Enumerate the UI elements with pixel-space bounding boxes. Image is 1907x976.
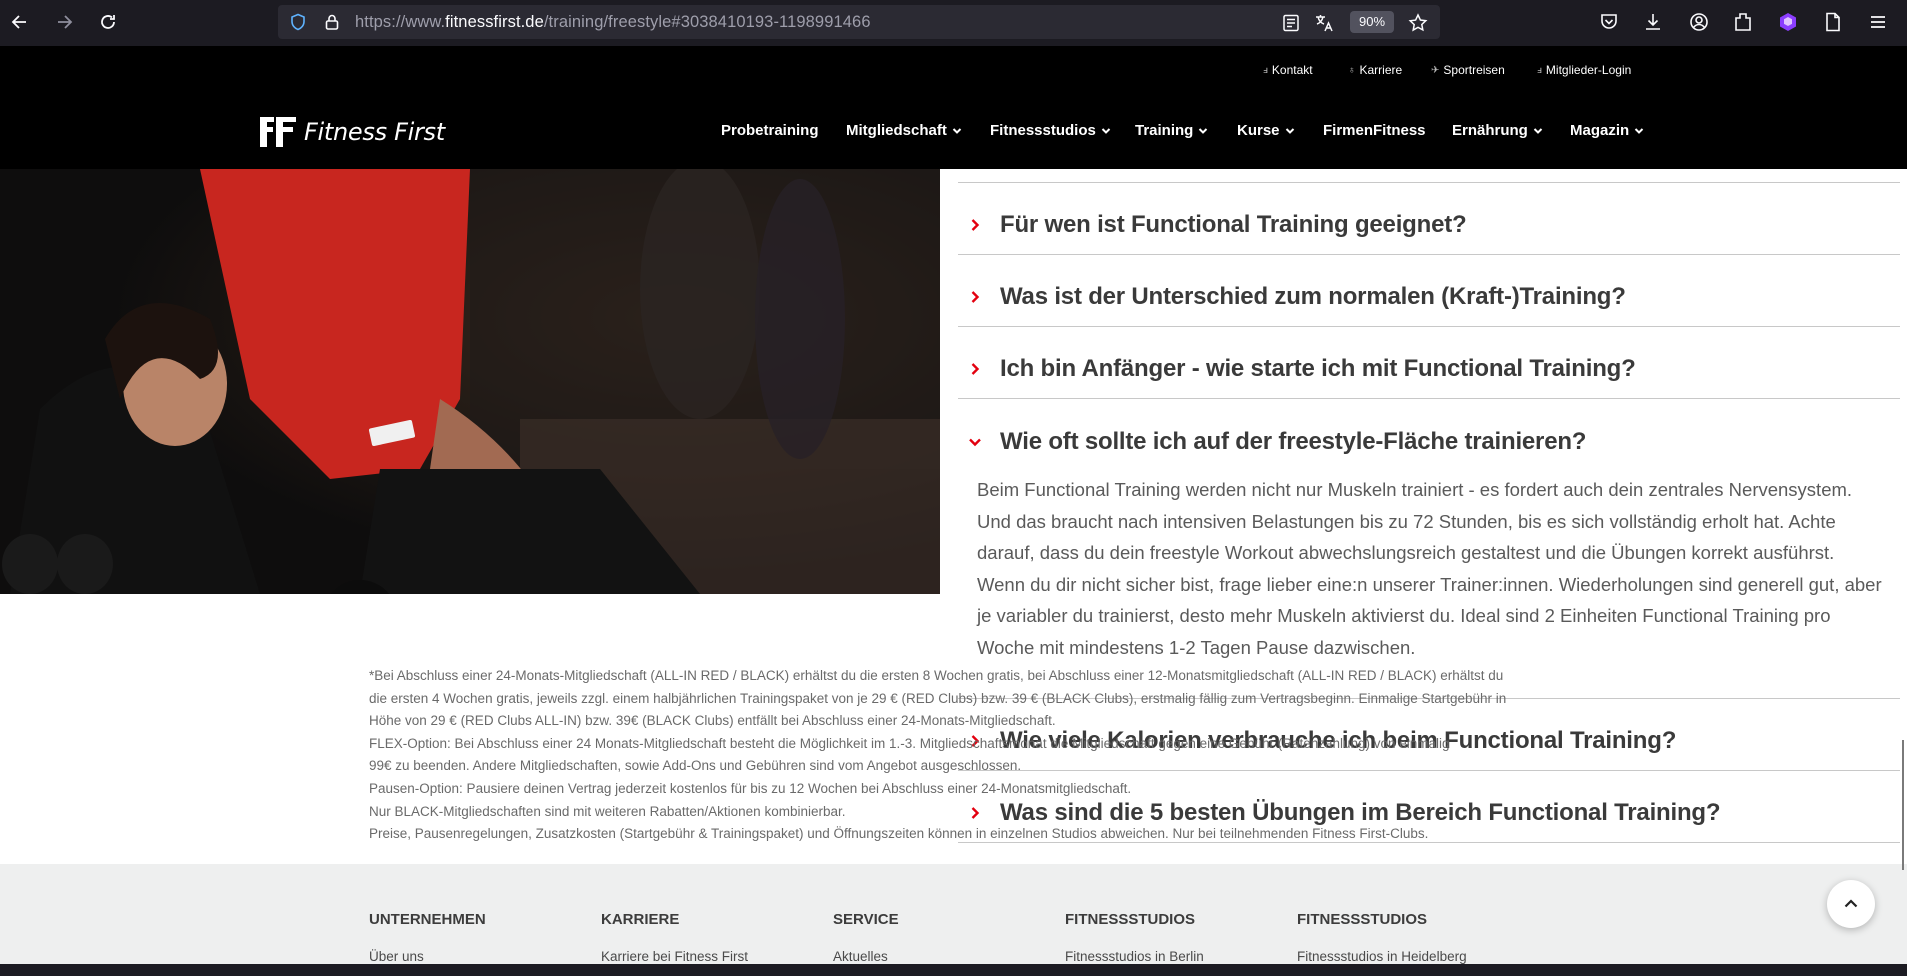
nav-magazin[interactable]: Magazin <box>1570 122 1644 139</box>
faq-divider <box>958 398 1900 399</box>
footer-heading: FITNESSSTUDIOS <box>1297 911 1428 928</box>
pocket-icon[interactable] <box>1598 11 1620 33</box>
footer-column-fitnessstudios-2: FITNESSSTUDIOS Fitnessstudios in Heidelb… <box>1297 911 1467 964</box>
page-icon[interactable] <box>1822 11 1844 33</box>
footnote-line: Preise, Pausenregelungen, Zusatzkosten (… <box>369 826 1429 842</box>
footnote-line: 99€ zu beenden. Andere Mitgliedschaften,… <box>369 758 1022 774</box>
footnote-line: Höhe von 29 € (RED Clubs ALL-IN) bzw. 39… <box>369 713 1056 729</box>
topbar-link-mitglieder-login[interactable]: ⅎ Mitglieder-Login <box>1537 63 1631 77</box>
chevron-right-icon <box>971 291 980 303</box>
chevron-down-icon <box>1199 127 1208 134</box>
faq-divider <box>958 254 1900 255</box>
chevron-down-icon <box>952 127 962 134</box>
brand-name: Fitness First <box>304 118 445 146</box>
footer-link[interactable]: Über uns <box>369 949 424 964</box>
topbar-link-sportreisen[interactable]: ✈ Sportreisen <box>1431 63 1505 77</box>
faq-question: Ich bin Anfänger - wie starte ich mit Fu… <box>1000 355 1636 382</box>
footnote-line: Nur BLACK-Mitgliedschaften sind mit weit… <box>369 803 846 819</box>
account-icon[interactable] <box>1688 11 1710 33</box>
medal-icon: ♁ <box>1348 64 1356 76</box>
nav-fitnessstudios[interactable]: Fitnessstudios <box>990 122 1111 139</box>
footnote-line: *Bei Abschluss einer 24-Monats-Mitglieds… <box>369 668 1504 683</box>
star-icon[interactable] <box>1408 13 1428 33</box>
menu-icon[interactable] <box>1867 11 1889 33</box>
legal-footnote: *Bei Abschluss einer 24-Monats-Mitglieds… <box>369 665 1549 846</box>
page-scrollbar[interactable] <box>1902 740 1904 870</box>
chevron-right-icon <box>971 363 980 375</box>
footer-link[interactable]: Fitnessstudios in Berlin <box>1065 949 1204 964</box>
download-icon[interactable] <box>1642 11 1664 33</box>
back-icon[interactable] <box>6 8 34 36</box>
chevron-down-icon <box>969 438 981 447</box>
faq-question: Wie oft sollte ich auf der freestyle-Flä… <box>1000 428 1587 455</box>
shield-icon[interactable] <box>289 13 307 31</box>
faq-question: Was ist der Unterschied zum normalen (Kr… <box>1000 283 1626 310</box>
main-navigation: Fitness First Probetraining Mitgliedscha… <box>0 95 1907 169</box>
footer-heading: FITNESSSTUDIOS <box>1065 911 1196 928</box>
topbar-link-kontakt[interactable]: ⅎ Kontakt <box>1263 63 1313 77</box>
brand-logo[interactable]: Fitness First <box>258 113 445 151</box>
utility-bar: ⅎ Kontakt ♁ Karriere ✈ Sportreisen ⅎ Mitglie… <box>0 46 1907 95</box>
url-text[interactable]: https://www.fitnessfirst.de/training/fre… <box>355 13 871 32</box>
extensions-icon[interactable] <box>1732 11 1754 33</box>
topbar-link-karriere[interactable]: ♁ Karriere <box>1348 63 1402 77</box>
faq-question: Für wen ist Functional Training geeignet… <box>1000 211 1467 238</box>
footer-link[interactable]: Aktuelles <box>833 949 888 964</box>
login-icon: ⅎ <box>1537 64 1542 76</box>
footer-heading: SERVICE <box>833 911 899 928</box>
nav-firmenfitness[interactable]: FirmenFitness <box>1323 122 1426 139</box>
footer-link[interactable]: Karriere bei Fitness First <box>601 949 748 964</box>
taskbar-strip <box>0 964 1907 976</box>
footer-heading: KARRIERE <box>601 911 680 928</box>
faq-item[interactable]: Ich bin Anfänger - wie starte ich mit Fu… <box>958 353 1900 385</box>
chevron-right-icon <box>971 219 980 231</box>
footnote-line: FLEX-Option: Bei Abschluss einer 24 Mona… <box>369 735 1450 751</box>
reader-view-icon[interactable] <box>1281 13 1301 33</box>
nav-training[interactable]: Training <box>1135 122 1208 139</box>
kontakt-icon: ⅎ <box>1263 64 1268 76</box>
faq-item[interactable]: Für wen ist Functional Training geeignet… <box>958 209 1900 241</box>
faq-answer: Beim Functional Training werden nicht nu… <box>977 479 1882 658</box>
nav-ernaehrung[interactable]: Ernährung <box>1452 122 1543 139</box>
footer-column-unternehmen: UNTERNEHMEN Über uns <box>369 911 486 964</box>
nav-probetraining[interactable]: Probetraining <box>721 122 819 139</box>
footnote-line: Pausen-Option: Pausiere deinen Vertrag j… <box>369 780 1132 796</box>
scroll-to-top-button[interactable] <box>1827 880 1875 928</box>
chevron-down-icon <box>1285 127 1294 134</box>
footer-column-service: SERVICE Aktuelles <box>833 911 899 964</box>
footnote-line: die ersten 4 Wochen gratis, jeweils zzgl… <box>369 690 1507 706</box>
zoom-level[interactable]: 90% <box>1350 11 1394 33</box>
footer-link[interactable]: Fitnessstudios in Heidelberg <box>1297 949 1467 964</box>
fitness-first-logo-icon <box>260 117 296 147</box>
chevron-down-icon <box>1533 127 1543 134</box>
browser-toolbar: https://www.fitnessfirst.de/training/fre… <box>0 0 1907 46</box>
training-photo <box>0 169 940 594</box>
lock-icon[interactable] <box>323 13 341 31</box>
footer-heading: UNTERNEHMEN <box>369 911 486 928</box>
nav-kurse[interactable]: Kurse <box>1237 122 1295 139</box>
forward-icon[interactable] <box>50 8 78 36</box>
faq-divider <box>958 326 1900 327</box>
plane-icon: ✈ <box>1431 64 1440 76</box>
footer-column-karriere: KARRIERE Karriere bei Fitness First <box>601 911 748 964</box>
chevron-down-icon <box>1634 127 1644 134</box>
nav-mitgliedschaft[interactable]: Mitgliedschaft <box>846 122 962 139</box>
faq-divider <box>958 182 1900 183</box>
chevron-up-icon <box>1844 899 1858 908</box>
site-footer: UNTERNEHMEN Über uns KARRIERE Karriere b… <box>0 864 1907 964</box>
translate-icon[interactable] <box>1314 13 1334 33</box>
url-bar[interactable]: https://www.fitnessfirst.de/training/fre… <box>278 5 1440 39</box>
faq-item[interactable]: Was ist der Unterschied zum normalen (Kr… <box>958 281 1900 313</box>
chevron-down-icon <box>1101 127 1111 134</box>
reload-icon[interactable] <box>94 8 122 36</box>
faq-item-expanded[interactable]: Wie oft sollte ich auf der freestyle-Flä… <box>958 426 1900 458</box>
footer-column-fitnessstudios: FITNESSSTUDIOS Fitnessstudios in Berlin <box>1065 911 1204 964</box>
extension-puzzle-icon[interactable] <box>1777 11 1799 33</box>
